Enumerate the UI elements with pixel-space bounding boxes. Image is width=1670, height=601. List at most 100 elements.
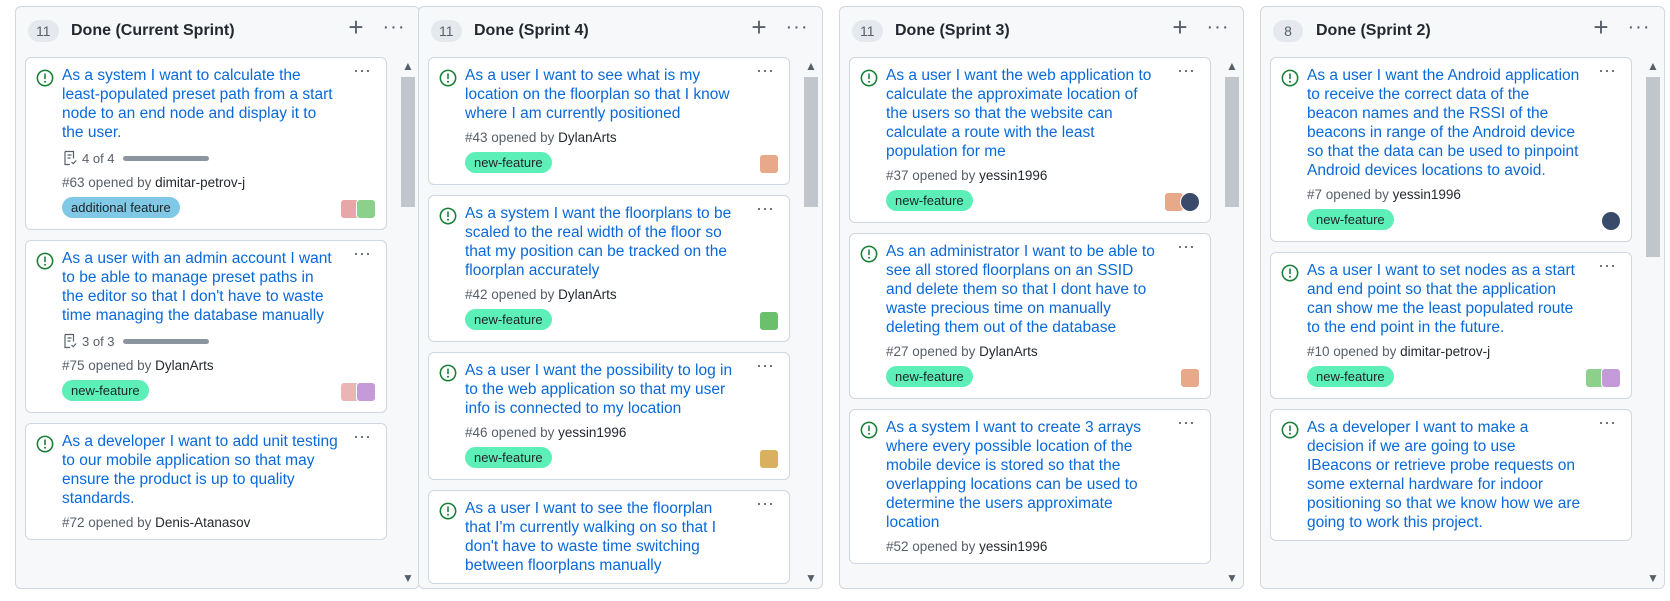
issue-title-link[interactable]: As a user I want to see the floorplan th… (465, 499, 779, 575)
assignee-avatars (759, 154, 779, 176)
issue-title-link[interactable]: As a system I want to calculate the leas… (62, 66, 376, 142)
issue-title-link[interactable]: As a developer I want to add unit testin… (62, 432, 376, 508)
issue-label[interactable]: new-feature (1307, 366, 1394, 387)
card-menu-button[interactable]: ··· (1593, 256, 1621, 277)
issue-card[interactable]: ··· As a system I want to calculate the l… (25, 57, 387, 230)
issue-label[interactable]: new-feature (1307, 209, 1394, 230)
issue-card[interactable]: ··· As a user I want to see the floorplan… (428, 490, 790, 584)
avatar[interactable] (1601, 368, 1621, 388)
scroll-down-arrow-icon[interactable]: ▼ (1222, 569, 1242, 587)
scroll-up-arrow-icon[interactable]: ▲ (1222, 57, 1242, 75)
author-link[interactable]: dimitar-petrov-j (155, 175, 245, 190)
issue-title-link[interactable]: As a user I want the web application to … (886, 66, 1200, 161)
issue-label[interactable]: new-feature (886, 366, 973, 387)
column-menu-button[interactable]: ··· (782, 13, 812, 43)
opened-by-text: opened by (1333, 344, 1397, 359)
issue-title-link[interactable]: As a user with an admin account I want t… (62, 249, 376, 325)
issue-title-link[interactable]: As an administrator I want to be able to… (886, 242, 1200, 337)
scrollbar-thumb[interactable] (401, 77, 415, 207)
avatar[interactable] (1180, 192, 1200, 212)
assignee-avatars (340, 199, 376, 221)
card-menu-button[interactable]: ··· (1593, 413, 1621, 434)
issue-label[interactable]: new-feature (465, 309, 552, 330)
issue-title-link[interactable]: As a developer I want to make a decision… (1307, 418, 1621, 532)
avatar[interactable] (759, 449, 779, 469)
scrollbar-thumb[interactable] (1225, 77, 1239, 207)
column-card-count: 8 (1273, 20, 1303, 42)
issue-card[interactable]: ··· As a developer I want to add unit tes… (25, 423, 387, 540)
column-scrollbar[interactable]: ▲ ▼ (398, 55, 418, 588)
issue-label[interactable]: new-feature (886, 190, 973, 211)
author-link[interactable]: yessin1996 (1393, 187, 1461, 202)
issue-title-link[interactable]: As a user I want to see what is my locat… (465, 66, 779, 123)
issue-card[interactable]: ··· As a user I want to see what is my lo… (428, 57, 790, 185)
avatar[interactable] (356, 199, 376, 219)
issue-label[interactable]: additional feature (62, 197, 180, 218)
issue-title-link[interactable]: As a user I want to set nodes as a start… (1307, 261, 1621, 337)
issue-title-link[interactable]: As a system I want the floorplans to be … (465, 204, 779, 280)
card-menu-button[interactable]: ··· (348, 427, 376, 448)
issue-label[interactable]: new-feature (62, 380, 149, 401)
issue-opened-icon (439, 364, 457, 382)
card-menu-button[interactable]: ··· (1172, 61, 1200, 82)
card-menu-button[interactable]: ··· (751, 61, 779, 82)
card-menu-button[interactable]: ··· (1593, 61, 1621, 82)
scroll-down-arrow-icon[interactable]: ▼ (398, 569, 418, 587)
card-menu-button[interactable]: ··· (1172, 413, 1200, 434)
card-menu-button[interactable]: ··· (751, 494, 779, 515)
author-link[interactable]: yessin1996 (979, 168, 1047, 183)
issue-card[interactable]: ··· As a user I want to set nodes as a st… (1270, 252, 1632, 399)
issue-card[interactable]: ··· As a user I want the possibility to l… (428, 352, 790, 480)
scroll-up-arrow-icon[interactable]: ▲ (1643, 57, 1663, 75)
issue-card[interactable]: ··· As a user I want the web application … (849, 57, 1211, 223)
author-link[interactable]: DylanArts (558, 130, 617, 145)
card-menu-button[interactable]: ··· (348, 61, 376, 82)
column-menu-button[interactable]: ··· (1624, 13, 1654, 43)
card-menu-button[interactable]: ··· (751, 199, 779, 220)
issue-card[interactable]: ··· As a developer I want to make a decis… (1270, 409, 1632, 541)
scroll-up-arrow-icon[interactable]: ▲ (801, 57, 821, 75)
issue-card[interactable]: ··· As a user with an admin account I wan… (25, 240, 387, 413)
author-link[interactable]: yessin1996 (558, 425, 626, 440)
avatar[interactable] (759, 154, 779, 174)
avatar[interactable] (759, 311, 779, 331)
issue-label[interactable]: new-feature (465, 447, 552, 468)
issue-card[interactable]: ··· As a system I want the floorplans to … (428, 195, 790, 342)
author-link[interactable]: dimitar-petrov-j (1400, 344, 1490, 359)
issue-label[interactable]: new-feature (465, 152, 552, 173)
avatar[interactable] (356, 382, 376, 402)
author-link[interactable]: DylanArts (979, 344, 1038, 359)
author-link[interactable]: DylanArts (155, 358, 214, 373)
avatar[interactable] (1180, 368, 1200, 388)
issue-title-link[interactable]: As a user I want the possibility to log … (465, 361, 779, 418)
author-link[interactable]: yessin1996 (979, 539, 1047, 554)
avatar[interactable] (1601, 211, 1621, 231)
issue-card[interactable]: ··· As a user I want the Android applicat… (1270, 57, 1632, 242)
scroll-up-arrow-icon[interactable]: ▲ (398, 57, 418, 75)
card-menu-button[interactable]: ··· (1172, 237, 1200, 258)
issue-card[interactable]: ··· As a system I want to create 3 arrays… (849, 409, 1211, 564)
card-menu-button[interactable]: ··· (348, 244, 376, 265)
column-title: Done (Sprint 4) (474, 22, 589, 39)
card-menu-button[interactable]: ··· (751, 356, 779, 377)
column-scrollbar[interactable]: ▲ ▼ (1222, 55, 1242, 588)
column-menu-button[interactable]: ··· (1203, 13, 1233, 43)
column-scrollbar[interactable]: ▲ ▼ (1643, 55, 1663, 588)
add-card-button[interactable]: + (341, 13, 371, 43)
column-menu-button[interactable]: ··· (379, 13, 409, 43)
issue-card[interactable]: ··· As an administrator I want to be able… (849, 233, 1211, 399)
author-link[interactable]: DylanArts (558, 287, 617, 302)
column-scrollbar[interactable]: ▲ ▼ (801, 55, 821, 588)
add-card-button[interactable]: + (744, 13, 774, 43)
issue-meta: #52 opened by yessin1996 (886, 538, 1200, 555)
scrollbar-thumb[interactable] (1646, 77, 1660, 257)
add-card-button[interactable]: + (1165, 13, 1195, 43)
author-link[interactable]: Denis-Atanasov (155, 515, 250, 530)
issue-title-link[interactable]: As a system I want to create 3 arrays wh… (886, 418, 1200, 532)
scrollbar-thumb[interactable] (804, 77, 818, 207)
add-card-button[interactable]: + (1586, 13, 1616, 43)
issue-title-link[interactable]: As a user I want the Android application… (1307, 66, 1621, 180)
issue-meta: #43 opened by DylanArts (465, 129, 779, 146)
scroll-down-arrow-icon[interactable]: ▼ (1643, 569, 1663, 587)
scroll-down-arrow-icon[interactable]: ▼ (801, 569, 821, 587)
